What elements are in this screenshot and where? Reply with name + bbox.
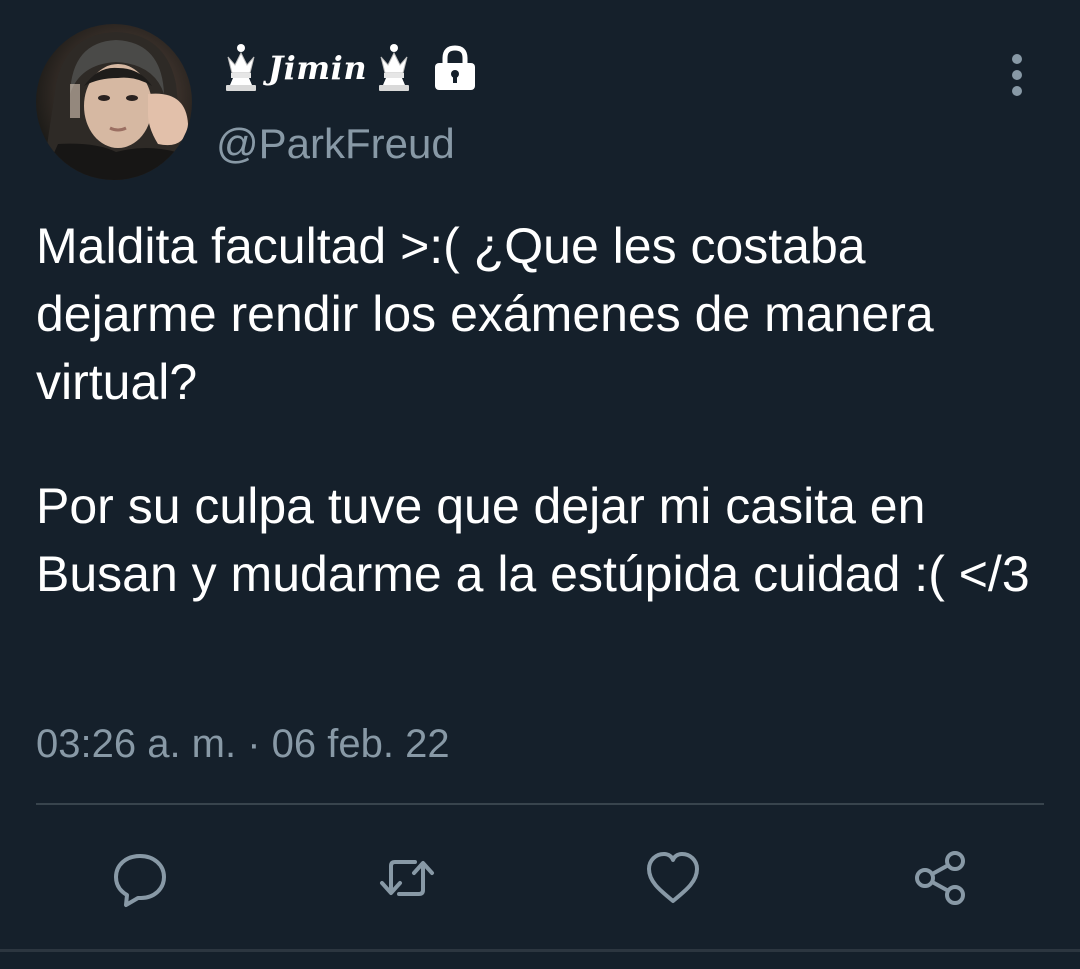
- retweet-icon: [380, 860, 434, 896]
- like-button[interactable]: [640, 845, 706, 911]
- heart-icon: [647, 852, 699, 903]
- tweet-paragraph: Maldita facultad >:( ¿Que les costaba de…: [36, 218, 934, 410]
- avatar[interactable]: [36, 24, 192, 180]
- reply-button[interactable]: [107, 845, 173, 911]
- more-vertical-icon[interactable]: [1004, 52, 1030, 98]
- display-name[interactable]: Jimin: [220, 42, 479, 94]
- reply-icon: [114, 854, 166, 907]
- retweet-button[interactable]: [374, 845, 440, 911]
- chess-queen-icon: [226, 44, 256, 91]
- display-name-text: Jimin: [268, 49, 368, 87]
- avatar-photo: [42, 32, 188, 180]
- tweet-text: Maldita facultad >:( ¿Que les costaba de…: [36, 212, 1046, 608]
- share-icon: [915, 851, 965, 905]
- tweet-paragraph: Por su culpa tuve que dejar mi casita en…: [36, 478, 1030, 602]
- divider: [0, 949, 1080, 952]
- user-handle[interactable]: @ParkFreud: [216, 118, 455, 170]
- divider: [36, 803, 1044, 805]
- tweet-timestamp[interactable]: 03:26 a. m. · 06 feb. 22: [36, 718, 450, 770]
- chess-queen-icon: [379, 44, 410, 91]
- action-bar: [0, 845, 1080, 911]
- tweet-detail: Jimin @ParkFreud Maldita facultad >:( ¿Q…: [0, 0, 1080, 969]
- share-button[interactable]: [907, 845, 973, 911]
- lock-icon: [435, 45, 476, 90]
